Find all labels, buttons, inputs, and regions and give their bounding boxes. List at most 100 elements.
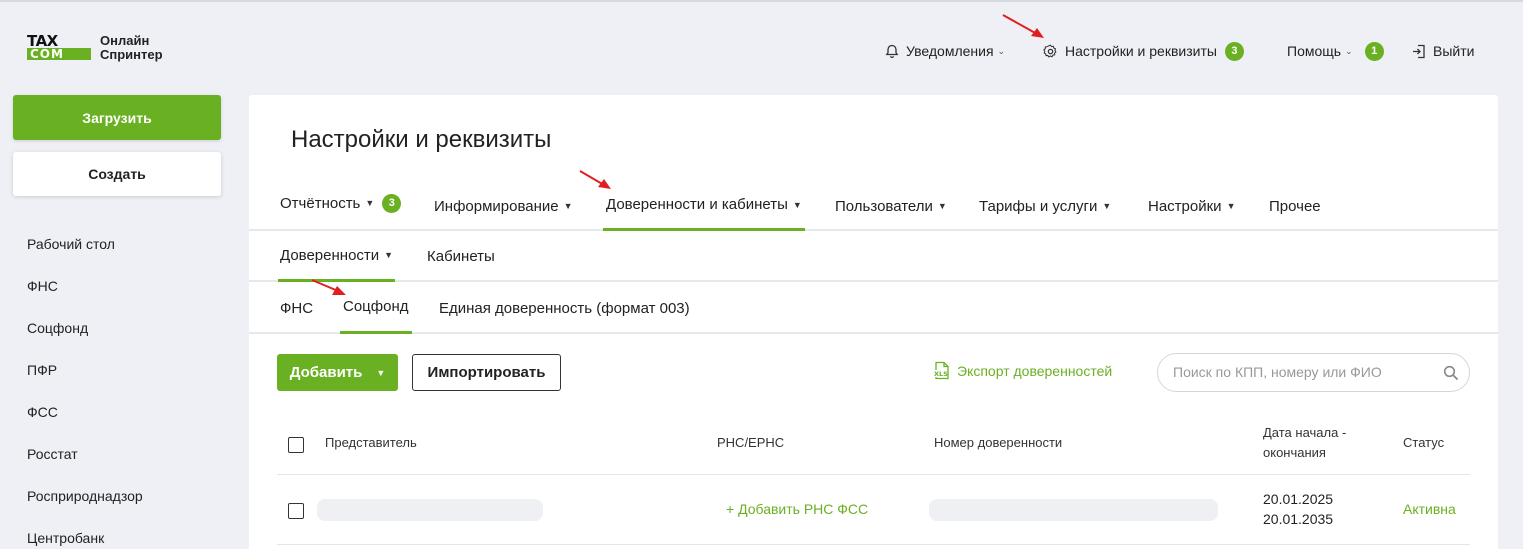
row-start-date: 20.01.2025 <box>1263 491 1334 507</box>
caret-down-icon: ▼ <box>376 367 386 378</box>
logo-text: Онлайн Спринтер <box>100 34 163 62</box>
sidebar-item-rosstat[interactable]: Росстат <box>27 444 143 486</box>
tab-label: Настройки <box>1148 197 1222 215</box>
tab-label: Доверенности <box>280 246 380 264</box>
annotation-arrow-settings <box>1002 14 1044 38</box>
help-label: Помощь <box>1287 43 1342 59</box>
tab-tariffs[interactable]: Тарифы и услуги ▼ <box>979 181 1111 231</box>
notifications-menu[interactable]: Уведомления ⌄ <box>885 40 1005 62</box>
add-rns-link[interactable]: + Добавить РНС ФСС <box>726 499 868 519</box>
number-redacted <box>929 499 1218 521</box>
settings-badge: 3 <box>1224 41 1244 61</box>
gear-icon <box>1043 44 1058 59</box>
search-box[interactable] <box>1157 353 1470 392</box>
export-label: Экспорт доверенностей <box>957 362 1113 379</box>
caret-down-icon: ▼ <box>384 250 394 260</box>
settings-label: Настройки и реквизиты <box>1065 43 1217 59</box>
tab-powers[interactable]: Доверенности ▼ <box>278 231 396 282</box>
row-dates: 20.01.2025 20.01.2035 <box>1263 489 1333 529</box>
select-all-checkbox[interactable] <box>288 437 304 453</box>
tab-informing[interactable]: Информирование ▼ <box>434 181 573 231</box>
tab-badge: 3 <box>382 193 402 213</box>
upload-button[interactable]: Загрузить <box>13 95 221 140</box>
tab-label: Пользователи <box>835 197 933 215</box>
header-number: Номер доверенности <box>934 435 1063 450</box>
header-status: Статус <box>1403 435 1445 450</box>
tab-label: Информирование <box>434 197 559 215</box>
header-rns: РНС/ЕРНС <box>717 435 785 450</box>
help-badge: 1 <box>1364 41 1384 61</box>
logout-icon <box>1412 44 1426 59</box>
sidebar-item-pfr[interactable]: ПФР <box>27 360 143 402</box>
logout-button[interactable]: Выйти <box>1412 40 1474 62</box>
chevron-down-icon: ⌄ <box>997 45 1006 56</box>
add-label: Добавить <box>289 364 363 381</box>
tab-label: Доверенности и кабинеты <box>606 196 788 213</box>
logo-mark: TAX COM <box>27 34 93 62</box>
bell-icon <box>885 44 899 59</box>
tab-reporting[interactable]: Отчётность ▼ 3 <box>280 178 402 228</box>
tab-cabinets[interactable]: Кабинеты <box>427 231 495 282</box>
sidebar-item-fss[interactable]: ФСС <box>27 402 143 444</box>
table-header: Представитель РНС/ЕРНС Номер доверенност… <box>277 415 1470 475</box>
sidebar-item-desktop[interactable]: Рабочий стол <box>27 234 143 276</box>
export-link[interactable]: XLS Экспорт доверенностей <box>933 361 1112 380</box>
chevron-down-icon: ⌄ <box>1345 45 1353 56</box>
tab-settings[interactable]: Настройки ▼ <box>1148 181 1235 231</box>
main-tabs: Отчётность ▼ 3 Информирование ▼ Доверенн… <box>249 181 1498 231</box>
tab-fns[interactable]: ФНС <box>280 282 313 334</box>
header-dates-line2: окончания <box>1263 445 1326 460</box>
help-menu[interactable]: Помощь ⌄ 1 <box>1287 40 1384 62</box>
tab-label: Кабинеты <box>427 248 495 265</box>
tab-label: ФНС <box>280 299 314 317</box>
sidebar-item-fns[interactable]: ФНС <box>27 276 143 318</box>
import-button[interactable]: Импортировать <box>412 354 561 391</box>
tab-label: Единая доверенность (формат 003) <box>439 299 690 317</box>
logo-tax: TAX <box>27 32 58 50</box>
table-row[interactable]: + Добавить РНС ФСС 20.01.2025 20.01.2035… <box>277 475 1470 545</box>
row-checkbox[interactable] <box>288 503 304 519</box>
tab-powers-of-attorney[interactable]: Доверенности и кабинеты ▼ <box>603 181 805 231</box>
logo-line1: Онлайн <box>100 33 150 48</box>
page-title: Настройки и реквизиты <box>291 126 552 153</box>
caret-down-icon: ▼ <box>1102 201 1112 211</box>
caret-down-icon: ▼ <box>792 199 802 210</box>
caret-down-icon: ▼ <box>563 201 573 211</box>
tab-socfond[interactable]: Соцфонд <box>340 282 412 334</box>
caret-down-icon: ▼ <box>937 201 947 211</box>
tab-label: Отчётность <box>280 194 361 212</box>
sidebar-item-centrobank[interactable]: Центробанк <box>27 528 143 549</box>
logo-com: COM <box>27 48 91 60</box>
search-icon[interactable] <box>1443 365 1459 381</box>
logo[interactable]: TAX COM Онлайн Спринтер <box>27 34 163 62</box>
header-dates: Дата начала - окончания <box>1263 423 1346 463</box>
header-dates-line1: Дата начала - <box>1263 425 1347 440</box>
sub-tabs: Доверенности ▼ Кабинеты <box>249 231 1498 282</box>
xls-file-icon: XLS <box>933 361 951 380</box>
tab-label: Соцфонд <box>343 298 409 315</box>
tab-users[interactable]: Пользователи ▼ <box>835 181 947 231</box>
svg-text:XLS: XLS <box>934 370 948 378</box>
caret-down-icon: ▼ <box>365 198 375 208</box>
third-tabs: ФНС Соцфонд Единая доверенность (формат … <box>249 282 1498 334</box>
representative-redacted <box>317 499 543 521</box>
sidebar-item-rosprirodnadzor[interactable]: Росприроднадзор <box>27 486 143 528</box>
settings-menu[interactable]: Настройки и реквизиты 3 <box>1043 40 1244 62</box>
sidebar-nav: Рабочий стол ФНС Соцфонд ПФР ФСС Росстат… <box>27 234 143 549</box>
main-card: Настройки и реквизиты Отчётность ▼ 3 Инф… <box>249 95 1498 549</box>
sidebar-item-socfond[interactable]: Соцфонд <box>27 318 143 360</box>
add-button[interactable]: Добавить ▼ <box>277 354 398 391</box>
tab-label: Прочее <box>1269 197 1321 215</box>
logout-label: Выйти <box>1433 43 1475 59</box>
tab-other[interactable]: Прочее <box>1269 181 1321 231</box>
tab-label: Тарифы и услуги <box>979 197 1098 215</box>
tab-unified-power[interactable]: Единая доверенность (формат 003) <box>439 282 690 334</box>
row-status: Активна <box>1403 501 1456 517</box>
powers-table: Представитель РНС/ЕРНС Номер доверенност… <box>277 415 1470 545</box>
notifications-label: Уведомления <box>906 43 994 59</box>
search-input[interactable] <box>1173 364 1433 380</box>
row-end-date: 20.01.2035 <box>1263 511 1334 527</box>
header-representative: Представитель <box>325 435 417 450</box>
logo-line2: Спринтер <box>100 47 163 62</box>
create-button[interactable]: Создать <box>13 152 221 196</box>
